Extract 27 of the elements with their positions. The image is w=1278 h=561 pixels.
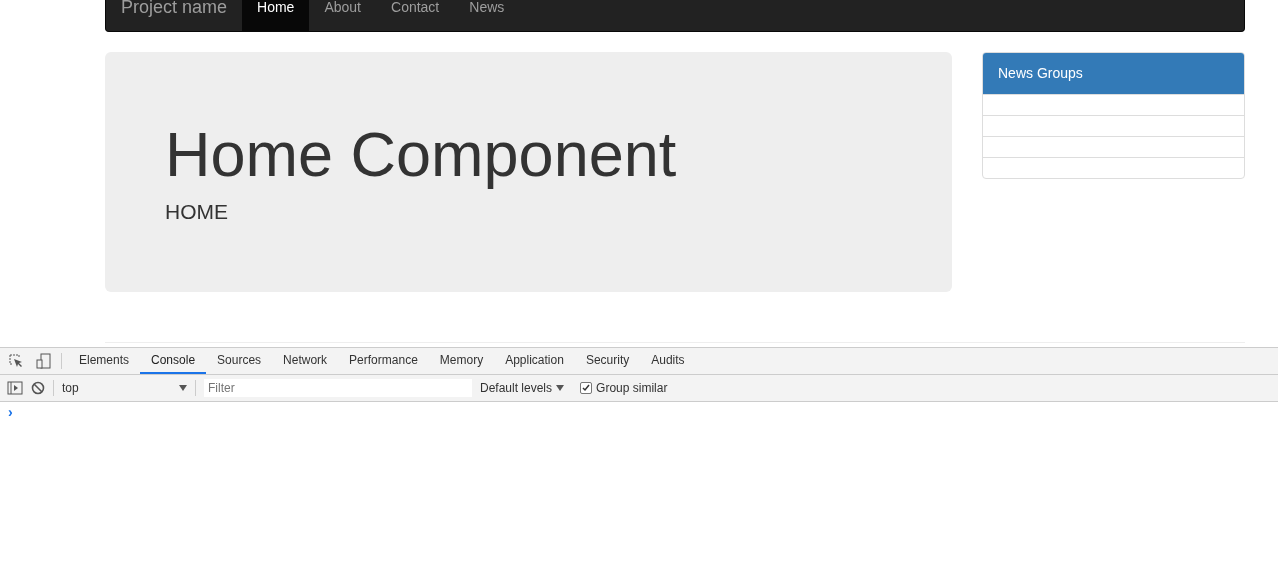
group-similar-checkbox[interactable] bbox=[580, 382, 593, 394]
caret-icon bbox=[556, 385, 565, 391]
devtools-tab[interactable]: Audits bbox=[640, 348, 696, 374]
devtools-tab[interactable]: Performance bbox=[338, 348, 429, 374]
devtools-tab[interactable]: Elements bbox=[68, 348, 141, 374]
devtools-tab[interactable]: Network bbox=[272, 348, 339, 374]
caret-icon bbox=[179, 385, 187, 391]
brand-link[interactable]: Project name bbox=[106, 0, 243, 31]
nav-link[interactable]: About bbox=[309, 0, 376, 31]
levels-dropdown[interactable]: Default levels bbox=[480, 381, 565, 395]
sidebar-toggle-icon[interactable] bbox=[7, 381, 23, 395]
devtools-tab[interactable]: Sources bbox=[206, 348, 273, 374]
console-prompt: › bbox=[7, 403, 14, 422]
panel-heading: News Groups bbox=[983, 53, 1244, 94]
nav-link[interactable]: Home bbox=[242, 0, 310, 31]
page-subtitle: HOME bbox=[165, 200, 229, 224]
inspect-icon[interactable] bbox=[8, 353, 24, 369]
context-select[interactable]: top bbox=[62, 381, 187, 395]
checkbox-label: Group similar bbox=[596, 381, 668, 395]
nav-link[interactable]: News bbox=[454, 0, 520, 31]
device-icon[interactable] bbox=[36, 353, 52, 369]
nav-link[interactable]: Contact bbox=[376, 0, 455, 31]
devtools-tab[interactable]: Security bbox=[574, 348, 641, 374]
clear-icon[interactable] bbox=[31, 381, 45, 395]
filter-field[interactable]: Filter bbox=[204, 379, 472, 397]
devtools-tab[interactable]: Application bbox=[494, 348, 575, 374]
devtools-tab[interactable]: Memory bbox=[428, 348, 495, 374]
